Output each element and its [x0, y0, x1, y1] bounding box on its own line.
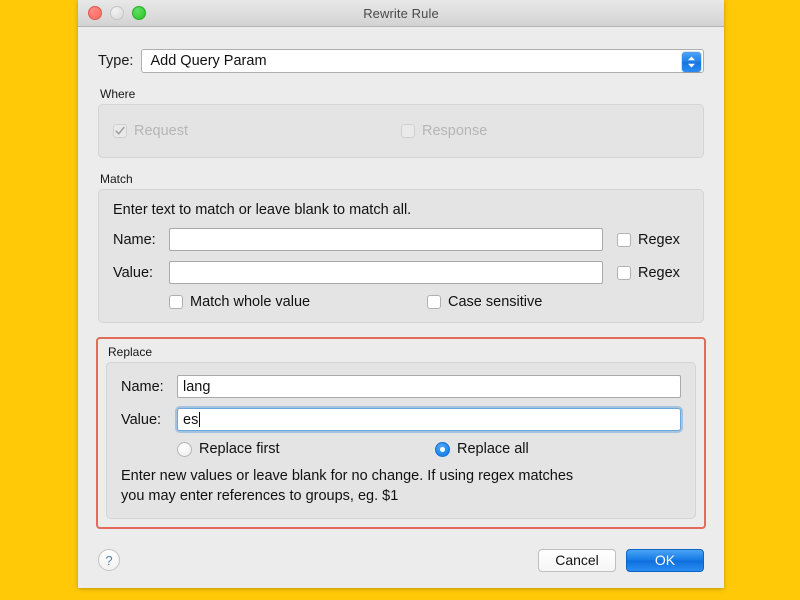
window-title: Rewrite Rule: [363, 5, 439, 21]
match-group: Match Enter text to match or leave blank…: [98, 172, 704, 323]
where-caption: Where: [100, 87, 136, 101]
replace-value-row: Value: es: [121, 408, 681, 431]
match-name-regex-checkbox[interactable]: [617, 232, 631, 247]
help-icon[interactable]: ?: [98, 549, 120, 571]
close-button[interactable]: [88, 6, 102, 20]
type-selected-value: Add Query Param: [150, 53, 267, 69]
case-sensitive-row[interactable]: Case sensitive: [427, 294, 542, 310]
match-value-regex-label: Regex: [638, 264, 680, 281]
chevron-down-icon: [688, 63, 695, 68]
match-caption: Match: [100, 172, 133, 186]
replace-value-text: es: [183, 411, 199, 428]
dialog-footer: ? Cancel OK: [78, 532, 724, 588]
replace-all-row[interactable]: Replace all: [435, 441, 529, 457]
where-box: Request Response: [98, 104, 704, 158]
match-name-input[interactable]: [169, 228, 603, 251]
replace-first-radio[interactable]: [177, 441, 192, 457]
replace-value-label: Value:: [121, 411, 162, 428]
match-name-regex-label: Regex: [638, 231, 680, 248]
replace-caption: Replace: [108, 345, 153, 359]
match-value-input[interactable]: [169, 261, 603, 284]
response-label: Response: [422, 123, 488, 139]
match-value-label: Value:: [113, 264, 154, 281]
replace-group: Replace Name: lang Value: es Replace fir…: [106, 345, 696, 520]
type-label: Type:: [98, 53, 134, 69]
match-value-regex-row[interactable]: Regex: [617, 265, 689, 281]
window-titlebar[interactable]: Rewrite Rule: [78, 0, 724, 27]
match-name-row: Name: Regex: [113, 228, 689, 251]
match-options-row: Match whole value Case sensitive: [113, 294, 689, 310]
match-name-label: Name:: [113, 231, 156, 248]
cancel-button[interactable]: Cancel: [538, 548, 616, 572]
match-whole-value-checkbox[interactable]: [169, 295, 183, 309]
up-down-chevron-icon[interactable]: [682, 52, 701, 72]
replace-first-row[interactable]: Replace first: [177, 441, 435, 457]
type-row: Type: Add Query Param: [98, 49, 704, 73]
match-whole-value-label: Match whole value: [190, 294, 311, 310]
case-sensitive-label: Case sensitive: [448, 294, 543, 310]
match-value-row: Value: Regex: [113, 261, 689, 284]
response-checkbox: [401, 124, 415, 138]
replace-name-row: Name: lang: [121, 375, 681, 398]
match-hint: Enter text to match or leave blank to ma…: [113, 202, 412, 218]
zoom-button[interactable]: [132, 6, 146, 20]
replace-value-input[interactable]: es: [177, 408, 681, 431]
text-caret: [199, 412, 201, 427]
rewrite-rule-dialog: Rewrite Rule Type: Add Query Param Where: [78, 0, 724, 588]
window-controls: [88, 0, 146, 26]
chevron-up-icon: [688, 56, 695, 61]
replace-highlight-annotation: Replace Name: lang Value: es Replace fir…: [96, 337, 706, 530]
minimize-button[interactable]: [110, 6, 124, 20]
request-checkbox: [113, 124, 127, 138]
match-name-regex-row[interactable]: Regex: [617, 232, 689, 248]
match-whole-value-row[interactable]: Match whole value: [169, 294, 427, 310]
dialog-content: Type: Add Query Param Where Request Resp…: [78, 27, 724, 532]
replace-first-label: Replace first: [199, 441, 280, 457]
radio-dot-icon: [440, 446, 445, 452]
match-box: Enter text to match or leave blank to ma…: [98, 189, 704, 323]
replace-name-label: Name:: [121, 378, 164, 395]
replace-name-input[interactable]: lang: [177, 375, 681, 398]
match-value-regex-checkbox[interactable]: [617, 265, 631, 280]
where-group: Where Request Response: [98, 87, 704, 158]
replace-box: Name: lang Value: es Replace first Repla…: [106, 362, 696, 520]
replace-all-radio[interactable]: [435, 441, 450, 457]
where-request-row[interactable]: Request: [113, 123, 401, 139]
replace-note-line-2: you may enter references to groups, eg. …: [121, 487, 399, 504]
where-response-row[interactable]: Response: [401, 123, 689, 139]
case-sensitive-checkbox[interactable]: [427, 295, 441, 309]
ok-button[interactable]: OK: [626, 548, 704, 572]
checkmark-icon: [115, 126, 125, 135]
replace-note: Enter new values or leave blank for no c…: [121, 467, 681, 506]
request-label: Request: [134, 123, 189, 139]
replace-note-line-1: Enter new values or leave blank for no c…: [121, 468, 574, 484]
replace-all-label: Replace all: [457, 441, 529, 457]
replace-mode-row: Replace first Replace all: [121, 441, 681, 457]
type-select[interactable]: Add Query Param: [141, 49, 704, 73]
